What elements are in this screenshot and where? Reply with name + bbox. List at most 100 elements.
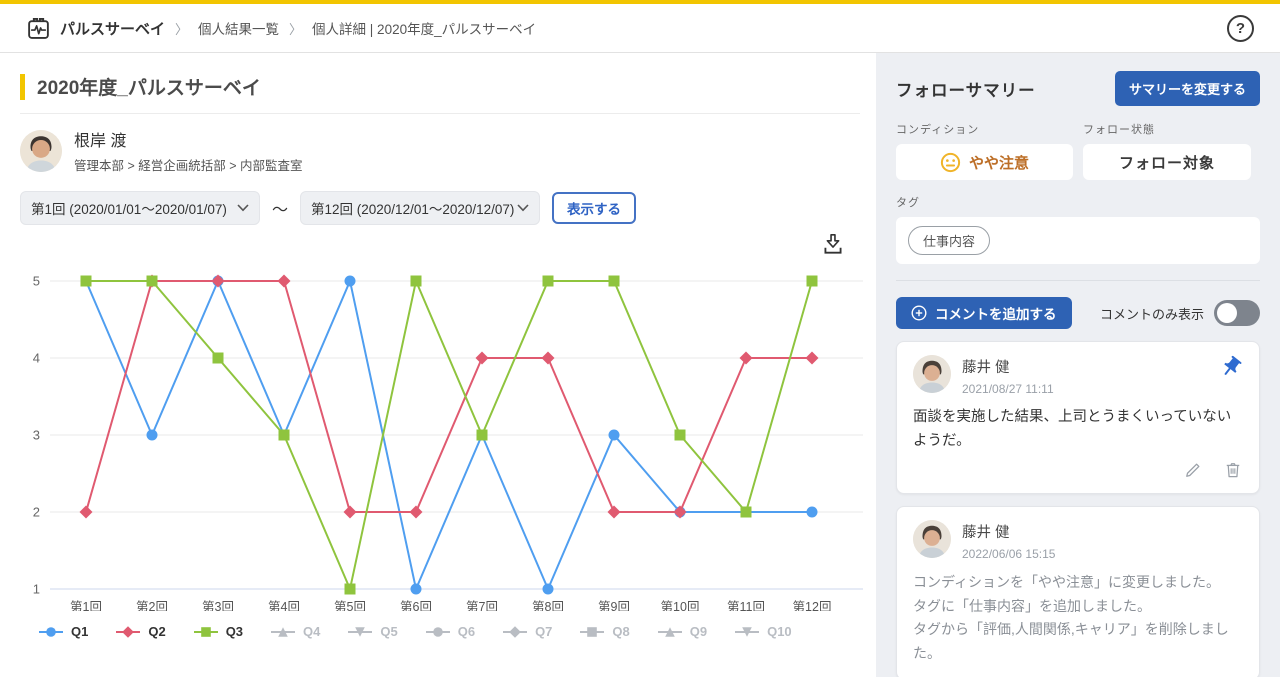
breadcrumb-item-results[interactable]: 個人結果一覧	[198, 18, 279, 38]
plus-circle-icon	[911, 305, 927, 321]
follow-status-value-box: フォロー対象	[1083, 144, 1251, 180]
download-chart-icon[interactable]	[820, 231, 846, 257]
tag-pill: 仕事内容	[908, 226, 990, 255]
comments-section: コメントを追加する コメントのみ表示 藤井 健 2021/08/27 11:11 面…	[896, 280, 1260, 677]
diamond-marker-icon	[115, 625, 141, 639]
range-to-select[interactable]: 第12回 (2020/12/01〜2020/12/07)	[300, 191, 540, 225]
chevron-down-icon	[237, 204, 249, 212]
app-logo: パルスサーベイ	[26, 16, 165, 41]
legend-label: Q4	[303, 624, 320, 639]
legend-item-q2[interactable]: Q2	[115, 624, 165, 639]
person-org-path: 管理本部 > 経営企画統括部 > 内部監査室	[74, 155, 303, 174]
toggle-knob	[1217, 303, 1237, 323]
legend-item-q4[interactable]: Q4	[270, 624, 320, 639]
range-separator: 〜	[272, 196, 288, 220]
tag-box[interactable]: 仕事内容	[896, 217, 1260, 264]
follow-status-label: フォロー状態	[1083, 121, 1251, 137]
svg-text:第11回: 第11回	[727, 600, 765, 611]
square-marker-icon	[193, 625, 219, 639]
tag-label: タグ	[896, 194, 1260, 210]
legend-item-q3[interactable]: Q3	[193, 624, 243, 639]
delete-comment-icon[interactable]	[1223, 460, 1243, 480]
circle-marker-icon	[38, 625, 64, 639]
comments-only-toggle[interactable]	[1214, 300, 1260, 326]
legend-label: Q3	[226, 624, 243, 639]
diamond-marker-icon	[502, 625, 528, 639]
commenter-avatar	[913, 520, 951, 558]
legend-item-q10[interactable]: Q10	[734, 624, 792, 639]
svg-text:第7回: 第7回	[466, 600, 498, 611]
commenter-name: 藤井 健	[962, 356, 1208, 377]
comment-list: 藤井 健 2021/08/27 11:11 面談を実施した結果、上司とうまくいってい…	[896, 341, 1260, 677]
triangle-down-marker-icon	[734, 625, 760, 639]
title-accent-bar	[20, 74, 25, 100]
breadcrumb-item-detail: 個人詳細 | 2020年度_パルスサーベイ	[312, 18, 536, 38]
square-marker-icon	[579, 625, 605, 639]
triangle-up-marker-icon	[657, 625, 683, 639]
survey-line-chart: 54321第1回第2回第3回第4回第5回第6回第7回第8回第9回第10回第11回…	[20, 261, 865, 611]
breadcrumb-separator: 〉	[289, 19, 302, 38]
range-from-select[interactable]: 第1回 (2020/01/01〜2020/01/07)	[20, 191, 260, 225]
svg-text:第1回: 第1回	[70, 600, 102, 611]
legend-label: Q1	[71, 624, 88, 639]
svg-text:第3回: 第3回	[202, 600, 234, 611]
chevron-down-icon	[517, 204, 529, 212]
add-comment-button[interactable]: コメントを追加する	[896, 297, 1072, 329]
comment-text: コンディションを「やや注意」に変更しました。 タグに「仕事内容」を追加しました。…	[913, 571, 1243, 666]
breadcrumb: 〉 個人結果一覧 〉 個人詳細 | 2020年度_パルスサーベイ	[175, 18, 536, 38]
svg-text:第10回: 第10回	[661, 600, 700, 611]
legend-label: Q7	[535, 624, 552, 639]
condition-value-box: やや注意	[896, 144, 1073, 180]
legend-item-q6[interactable]: Q6	[425, 624, 475, 639]
brand-name: パルスサーベイ	[60, 18, 165, 39]
svg-text:4: 4	[33, 351, 40, 366]
condition-value: やや注意	[969, 152, 1029, 173]
legend-item-q1[interactable]: Q1	[38, 624, 88, 639]
chart-legend: Q1 Q2 Q3 Q4 Q5 Q6 Q7 Q8 Q9 Q10	[20, 624, 860, 639]
pin-icon[interactable]	[1219, 355, 1243, 379]
triangle-down-marker-icon	[347, 625, 373, 639]
person-avatar	[20, 130, 62, 172]
comment-timestamp: 2021/08/27 11:11	[962, 382, 1208, 396]
comment-timestamp: 2022/06/06 15:15	[962, 547, 1243, 561]
summary-title: フォローサマリー	[896, 77, 1036, 101]
legend-label: Q10	[767, 624, 792, 639]
legend-item-q7[interactable]: Q7	[502, 624, 552, 639]
help-icon[interactable]: ?	[1227, 15, 1254, 42]
follow-summary-sidebar: フォローサマリー サマリーを変更する コンディション フォロー状態 やや注意 フ…	[876, 53, 1280, 677]
svg-text:第8回: 第8回	[532, 600, 564, 611]
app-header: パルスサーベイ 〉 個人結果一覧 〉 個人詳細 | 2020年度_パルスサーベイ…	[0, 4, 1280, 53]
legend-item-q8[interactable]: Q8	[579, 624, 629, 639]
svg-text:5: 5	[33, 274, 40, 289]
svg-text:第9回: 第9回	[598, 600, 630, 611]
follow-status-value: フォロー対象	[1119, 152, 1215, 173]
comment-card: 藤井 健 2021/08/27 11:11 面談を実施した結果、上司とうまくいってい…	[896, 341, 1260, 494]
edit-comment-icon[interactable]	[1183, 460, 1203, 480]
triangle-up-marker-icon	[270, 625, 296, 639]
legend-item-q5[interactable]: Q5	[347, 624, 397, 639]
page-title: 2020年度_パルスサーベイ	[37, 73, 261, 100]
change-summary-button[interactable]: サマリーを変更する	[1115, 71, 1260, 106]
legend-label: Q9	[690, 624, 707, 639]
show-button[interactable]: 表示する	[552, 192, 636, 224]
comments-only-label: コメントのみ表示	[1100, 304, 1204, 323]
comment-text: 面談を実施した結果、上司とうまくいっていないようだ。	[913, 406, 1243, 454]
breadcrumb-separator: 〉	[175, 19, 188, 38]
commenter-name: 藤井 健	[962, 521, 1243, 542]
svg-text:1: 1	[33, 582, 40, 597]
svg-text:2: 2	[33, 505, 40, 520]
svg-text:第12回: 第12回	[793, 600, 832, 611]
svg-text:第5回: 第5回	[334, 600, 366, 611]
circle-marker-icon	[425, 625, 451, 639]
legend-label: Q5	[380, 624, 397, 639]
legend-label: Q6	[458, 624, 475, 639]
legend-label: Q8	[612, 624, 629, 639]
svg-text:第6回: 第6回	[400, 600, 432, 611]
commenter-avatar	[913, 355, 951, 393]
svg-text:3: 3	[33, 428, 40, 443]
legend-item-q9[interactable]: Q9	[657, 624, 707, 639]
comment-card: 藤井 健 2022/06/06 15:15 コンディションを「やや注意」に変更しまし…	[896, 506, 1260, 677]
svg-text:第2回: 第2回	[136, 600, 168, 611]
neutral-face-icon	[940, 152, 961, 173]
legend-label: Q2	[148, 624, 165, 639]
